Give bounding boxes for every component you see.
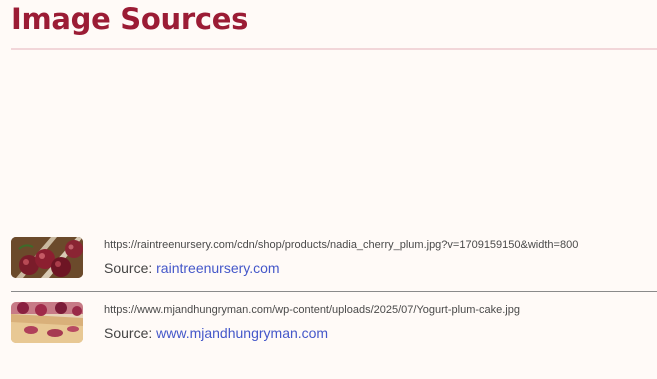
source-item: https://www.mjandhungryman.com/wp-conten… [11,302,657,346]
page-title: Image Sources [11,2,249,36]
item-divider [11,291,657,292]
source-line: Source: raintreenursery.com [104,260,280,276]
source-line: Source: www.mjandhungryman.com [104,325,328,341]
source-link[interactable]: raintreenursery.com [156,260,279,276]
title-divider [11,48,657,50]
plum-cake-image [11,302,83,343]
source-url: https://raintreenursery.com/cdn/shop/pro… [104,239,579,251]
plum-cake-thumbnail[interactable] [11,302,83,343]
source-label: Source: [104,325,157,341]
source-url: https://www.mjandhungryman.com/wp-conten… [104,304,520,316]
source-link[interactable]: www.mjandhungryman.com [156,325,328,341]
cherry-plum-thumbnail[interactable] [11,237,83,278]
cherry-plum-image [11,237,83,278]
source-label: Source: [104,260,157,276]
source-item: https://raintreenursery.com/cdn/shop/pro… [11,237,657,281]
